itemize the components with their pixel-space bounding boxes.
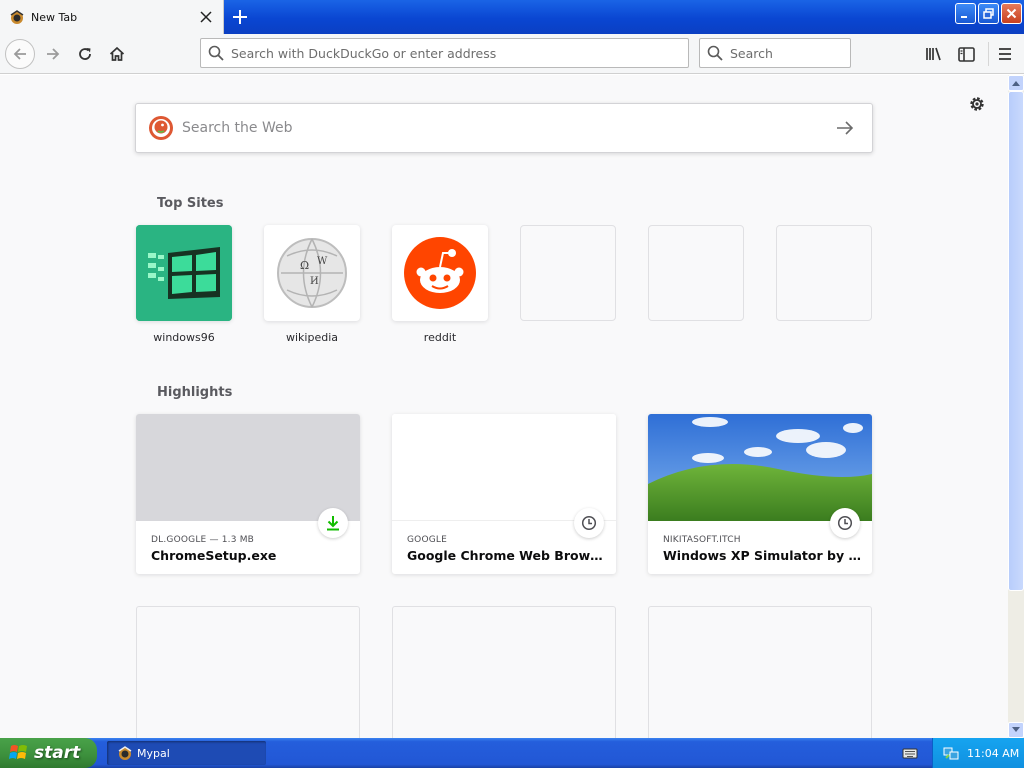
search-icon xyxy=(700,45,730,61)
back-arrow-icon xyxy=(13,48,26,60)
top-site-label: wikipedia xyxy=(285,331,338,344)
hamburger-menu-icon xyxy=(999,48,1011,60)
restore-icon xyxy=(983,8,994,19)
duckduckgo-icon xyxy=(149,116,173,140)
restore-button[interactable] xyxy=(978,3,999,24)
web-search-input[interactable] xyxy=(182,120,830,136)
sidebar-icon xyxy=(957,46,975,62)
minimize-icon xyxy=(961,16,967,18)
scrollbar-thumb[interactable] xyxy=(1008,91,1024,591)
search-input[interactable] xyxy=(730,45,850,61)
mypal-icon xyxy=(10,10,24,24)
sidebar-button[interactable] xyxy=(954,42,978,66)
empty-tile xyxy=(520,225,616,321)
top-sites-heading: Top Sites xyxy=(157,196,224,211)
start-button[interactable]: start xyxy=(0,738,97,768)
taskbar-item-mypal[interactable]: Mypal xyxy=(107,741,266,765)
top-site-tile[interactable]: reddit xyxy=(392,225,488,344)
highlight-card[interactable]: DL.GOOGLE — 1.3 MB ChromeSetup.exe xyxy=(136,414,360,574)
close-tab-icon[interactable] xyxy=(195,6,217,28)
mypal-icon xyxy=(118,746,132,760)
highlight-card[interactable]: NIKITASOFT.ITCH Windows XP Simulator by … xyxy=(648,414,872,574)
taskbar-item-label: Mypal xyxy=(137,746,170,760)
forward-arrow-icon xyxy=(47,48,60,60)
chevron-up-icon xyxy=(1012,81,1020,86)
card-source: NIKITASOFT.ITCH xyxy=(663,535,741,545)
clock: 11:04 AM xyxy=(967,746,1020,760)
top-site-placeholder xyxy=(648,225,744,331)
bliss-wallpaper-thumbnail xyxy=(648,414,872,521)
keyboard-icon[interactable] xyxy=(902,745,918,761)
address-bar[interactable] xyxy=(200,38,689,68)
home-button[interactable] xyxy=(102,39,132,69)
arrow-right-icon xyxy=(837,121,854,135)
svg-text:Ω: Ω xyxy=(300,259,309,272)
start-label: start xyxy=(34,743,81,763)
card-title: Windows XP Simulator by Nikita... xyxy=(663,548,863,563)
card-source: GOOGLE xyxy=(407,535,448,545)
menu-button[interactable] xyxy=(993,42,1017,66)
plus-icon xyxy=(233,10,247,24)
empty-highlight-card xyxy=(136,606,360,738)
web-search-box[interactable] xyxy=(135,103,873,153)
customize-button[interactable] xyxy=(966,93,988,115)
empty-highlight-card xyxy=(392,606,616,738)
history-icon xyxy=(830,508,860,538)
minimize-button[interactable] xyxy=(955,3,976,24)
tab-title: New Tab xyxy=(31,10,78,24)
top-site-tile[interactable]: Ω W И wikipedia xyxy=(264,225,360,344)
top-site-label: windows96 xyxy=(153,331,215,344)
reload-button[interactable] xyxy=(70,39,100,69)
empty-tile xyxy=(648,225,744,321)
highlight-card[interactable]: GOOGLE Google Chrome Web Browser xyxy=(392,414,616,574)
library-button[interactable] xyxy=(922,42,946,66)
scroll-down-button[interactable] xyxy=(1008,722,1024,738)
svg-text:W: W xyxy=(317,256,328,267)
forward-button[interactable] xyxy=(38,39,68,69)
top-site-tile[interactable]: windows96 xyxy=(136,225,232,344)
close-window-button[interactable] xyxy=(1001,3,1022,24)
chevron-down-icon xyxy=(1012,727,1020,732)
reload-icon xyxy=(79,48,91,60)
svg-text:И: И xyxy=(310,276,319,287)
reddit-logo xyxy=(392,225,488,321)
title-bar: New Tab xyxy=(0,0,1024,34)
windows-logo-icon xyxy=(9,745,27,759)
system-tray: 11:04 AM xyxy=(932,738,1024,768)
top-site-label: reddit xyxy=(423,331,457,344)
card-title: ChromeSetup.exe xyxy=(151,548,277,563)
network-icon[interactable] xyxy=(943,745,959,761)
search-bar[interactable] xyxy=(699,38,851,68)
empty-tile xyxy=(776,225,872,321)
home-icon xyxy=(109,46,125,61)
card-thumbnail xyxy=(136,414,360,521)
new-tab-button[interactable] xyxy=(228,5,252,29)
address-input[interactable] xyxy=(231,45,688,61)
empty-highlight-card xyxy=(648,606,872,738)
navigation-toolbar xyxy=(0,34,1024,74)
download-icon xyxy=(318,508,348,538)
window-controls xyxy=(955,3,1022,24)
back-button[interactable] xyxy=(5,39,35,69)
gear-icon xyxy=(970,97,984,111)
top-site-placeholder xyxy=(520,225,616,331)
vertical-scrollbar[interactable] xyxy=(1008,75,1024,738)
search-icon xyxy=(201,45,231,61)
windows96-logo xyxy=(136,225,232,321)
search-submit-button[interactable] xyxy=(830,113,860,143)
scroll-up-button[interactable] xyxy=(1008,75,1024,91)
card-title: Google Chrome Web Browser xyxy=(407,548,607,563)
top-site-placeholder xyxy=(776,225,872,331)
history-icon xyxy=(574,508,604,538)
library-icon xyxy=(926,47,941,61)
tab-new-tab[interactable]: New Tab xyxy=(0,0,224,34)
toolbar-separator xyxy=(988,42,989,66)
wikipedia-globe-icon: Ω W И xyxy=(264,225,360,321)
new-tab-page: Top Sites windows96 Ω W И xyxy=(0,75,1008,738)
card-thumbnail xyxy=(392,414,616,521)
card-source: DL.GOOGLE — 1.3 MB xyxy=(151,535,255,545)
taskbar: start Mypal 11:04 AM xyxy=(0,738,1024,768)
close-icon xyxy=(1006,8,1017,19)
highlights-heading: Highlights xyxy=(157,385,233,400)
